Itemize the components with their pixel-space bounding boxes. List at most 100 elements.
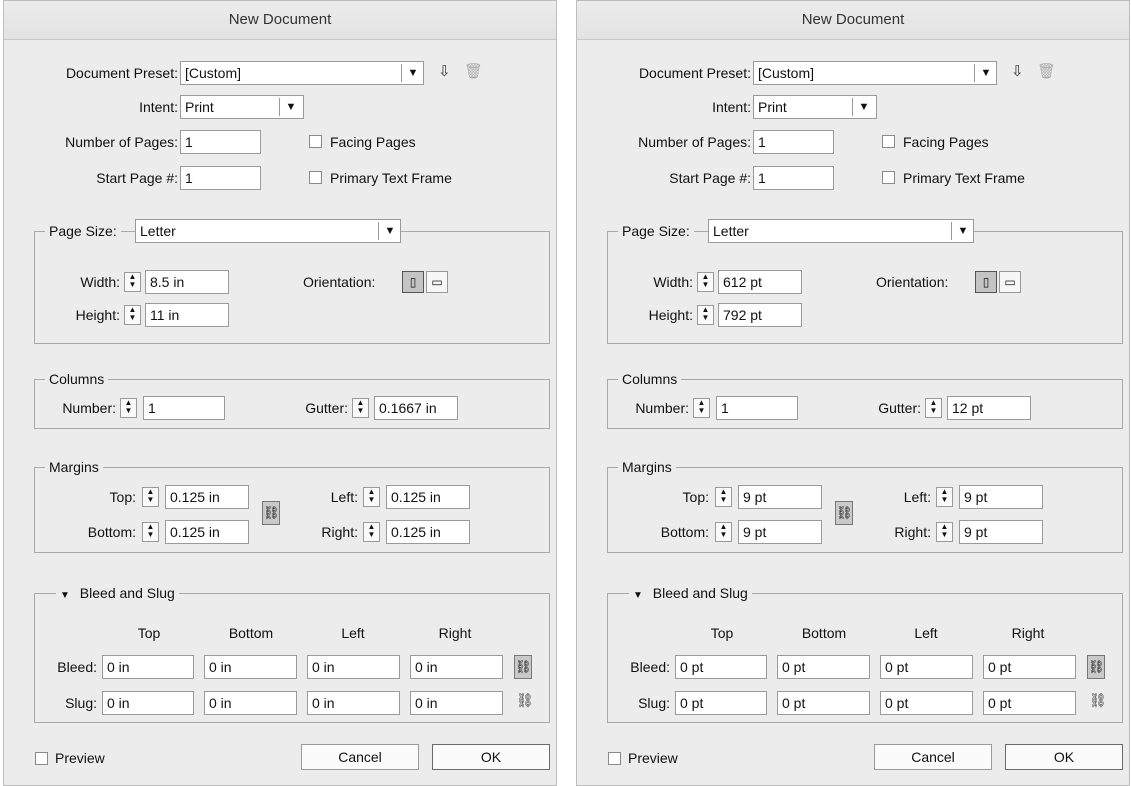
landscape-orientation-icon[interactable]: ▭ xyxy=(426,271,448,293)
cancel-button[interactable]: Cancel xyxy=(301,744,419,770)
gutter-field[interactable]: 0.1667 in xyxy=(374,396,458,420)
ok-button[interactable]: OK xyxy=(432,744,550,770)
chain-link-icon[interactable]: ⛓ xyxy=(262,501,280,525)
right-margin-stepper[interactable]: ▲ ▼ xyxy=(936,522,953,542)
left-margin-field[interactable]: 9 pt xyxy=(959,485,1043,509)
intent-dropdown[interactable]: Print ▼ xyxy=(753,95,877,119)
bleed-left-field[interactable]: 0 in xyxy=(307,655,400,679)
bleed-bottom-field[interactable]: 0 in xyxy=(204,655,297,679)
right-margin-field[interactable]: 9 pt xyxy=(959,520,1043,544)
slug-left-field[interactable]: 0 in xyxy=(307,691,400,715)
top-margin-field[interactable]: 0.125 in xyxy=(165,485,249,509)
ok-button[interactable]: OK xyxy=(1005,744,1123,770)
number-stepper[interactable]: ▲ ▼ xyxy=(693,398,710,418)
primary-text-frame-checkbox[interactable] xyxy=(882,171,895,184)
bottom-margin-field[interactable]: 9 pt xyxy=(738,520,822,544)
page-size-dropdown[interactable]: Letter ▼ xyxy=(135,219,401,243)
facing-pages-checkbox[interactable] xyxy=(309,135,322,148)
trash-icon[interactable]: 🗑 xyxy=(464,62,483,80)
download-icon[interactable]: ⇩ xyxy=(438,62,451,80)
gutter-field[interactable]: 12 pt xyxy=(947,396,1031,420)
top-margin-label: Top: xyxy=(682,489,709,505)
start-page-field[interactable]: 1 xyxy=(753,166,834,190)
col-header-top: Top xyxy=(710,625,734,641)
left-margin-stepper[interactable]: ▲ ▼ xyxy=(363,487,380,507)
slug-top-field[interactable]: 0 pt xyxy=(675,691,767,715)
primary-text-frame-checkbox[interactable] xyxy=(309,171,322,184)
bottom-margin-field[interactable]: 0.125 in xyxy=(165,520,249,544)
col-header-left: Left xyxy=(914,625,938,641)
width-field[interactable]: 8.5 in xyxy=(145,270,229,294)
number-of-pages-field[interactable]: 1 xyxy=(753,130,834,154)
gutter-stepper[interactable]: ▲ ▼ xyxy=(925,398,942,418)
bleed-right-field[interactable]: 0 pt xyxy=(983,655,1076,679)
height-field[interactable]: 11 in xyxy=(145,303,229,327)
width-field[interactable]: 612 pt xyxy=(718,270,802,294)
slug-right-field[interactable]: 0 in xyxy=(410,691,503,715)
gutter-label: Gutter: xyxy=(878,400,921,416)
bleed-left-field[interactable]: 0 pt xyxy=(880,655,973,679)
bleed-right-field[interactable]: 0 in xyxy=(410,655,503,679)
number-stepper[interactable]: ▲ ▼ xyxy=(120,398,137,418)
landscape-orientation-icon[interactable]: ▭ xyxy=(999,271,1021,293)
number-field[interactable]: 1 xyxy=(716,396,798,420)
page-size-value: Letter xyxy=(713,223,749,239)
intent-value: Print xyxy=(758,99,787,115)
col-header-right: Right xyxy=(1011,625,1045,641)
preview-checkbox[interactable] xyxy=(35,752,48,765)
chain-link-icon[interactable]: ⛓ xyxy=(1087,655,1105,679)
chain-link-icon[interactable]: ⛓ xyxy=(835,501,853,525)
disclosure-triangle-icon[interactable]: ▼ xyxy=(633,590,643,601)
trash-icon[interactable]: 🗑 xyxy=(1037,62,1056,80)
document-preset-value: [Custom] xyxy=(185,65,242,81)
bleed-bottom-field[interactable]: 0 pt xyxy=(777,655,870,679)
width-stepper[interactable]: ▲ ▼ xyxy=(697,272,714,292)
bleed-top-field[interactable]: 0 pt xyxy=(675,655,767,679)
cancel-button[interactable]: Cancel xyxy=(874,744,992,770)
number-of-pages-field[interactable]: 1 xyxy=(180,130,261,154)
intent-dropdown[interactable]: Print ▼ xyxy=(180,95,304,119)
facing-pages-checkbox[interactable] xyxy=(882,135,895,148)
slug-bottom-field[interactable]: 0 pt xyxy=(777,691,870,715)
page-size-dropdown[interactable]: Letter ▼ xyxy=(708,219,974,243)
slug-left-field[interactable]: 0 pt xyxy=(880,691,973,715)
right-margin-stepper[interactable]: ▲ ▼ xyxy=(363,522,380,542)
number-field[interactable]: 1 xyxy=(143,396,225,420)
slug-right-field[interactable]: 0 pt xyxy=(983,691,1076,715)
left-margin-field[interactable]: 0.125 in xyxy=(386,485,470,509)
broken-chain-icon[interactable]: ⛓ xyxy=(1089,692,1107,709)
gutter-stepper[interactable]: ▲ ▼ xyxy=(352,398,369,418)
chain-link-icon[interactable]: ⛓ xyxy=(514,655,532,679)
bleed-top-field[interactable]: 0 in xyxy=(102,655,194,679)
top-margin-stepper[interactable]: ▲ ▼ xyxy=(715,487,732,507)
start-page-field[interactable]: 1 xyxy=(180,166,261,190)
slug-top-field[interactable]: 0 in xyxy=(102,691,194,715)
download-icon[interactable]: ⇩ xyxy=(1011,62,1024,80)
height-stepper[interactable]: ▲ ▼ xyxy=(124,305,141,325)
document-preset-label: Document Preset: xyxy=(638,65,751,81)
margins-title: Margins xyxy=(45,457,103,477)
left-margin-stepper[interactable]: ▲ ▼ xyxy=(936,487,953,507)
start-page-label: Start Page #: xyxy=(669,170,751,186)
broken-chain-icon[interactable]: ⛓ xyxy=(516,692,534,709)
top-margin-stepper[interactable]: ▲ ▼ xyxy=(142,487,159,507)
portrait-orientation-icon[interactable]: ▯ xyxy=(975,271,997,293)
bottom-margin-stepper[interactable]: ▲ ▼ xyxy=(715,522,732,542)
height-stepper[interactable]: ▲ ▼ xyxy=(697,305,714,325)
document-preset-dropdown[interactable]: [Custom] ▼ xyxy=(180,61,424,85)
top-margin-field[interactable]: 9 pt xyxy=(738,485,822,509)
bleed-slug-title-wrap[interactable]: ▼ Bleed and Slug xyxy=(629,583,752,606)
bottom-margin-stepper[interactable]: ▲ ▼ xyxy=(142,522,159,542)
disclosure-triangle-icon[interactable]: ▼ xyxy=(60,590,70,601)
columns-title: Columns xyxy=(618,369,682,389)
slug-bottom-field[interactable]: 0 in xyxy=(204,691,297,715)
page-size-value: Letter xyxy=(140,223,176,239)
intent-label: Intent: xyxy=(139,99,178,115)
height-field[interactable]: 792 pt xyxy=(718,303,802,327)
preview-checkbox[interactable] xyxy=(608,752,621,765)
bleed-slug-title-wrap[interactable]: ▼ Bleed and Slug xyxy=(56,583,179,606)
right-margin-field[interactable]: 0.125 in xyxy=(386,520,470,544)
document-preset-dropdown[interactable]: [Custom] ▼ xyxy=(753,61,997,85)
portrait-orientation-icon[interactable]: ▯ xyxy=(402,271,424,293)
width-stepper[interactable]: ▲ ▼ xyxy=(124,272,141,292)
